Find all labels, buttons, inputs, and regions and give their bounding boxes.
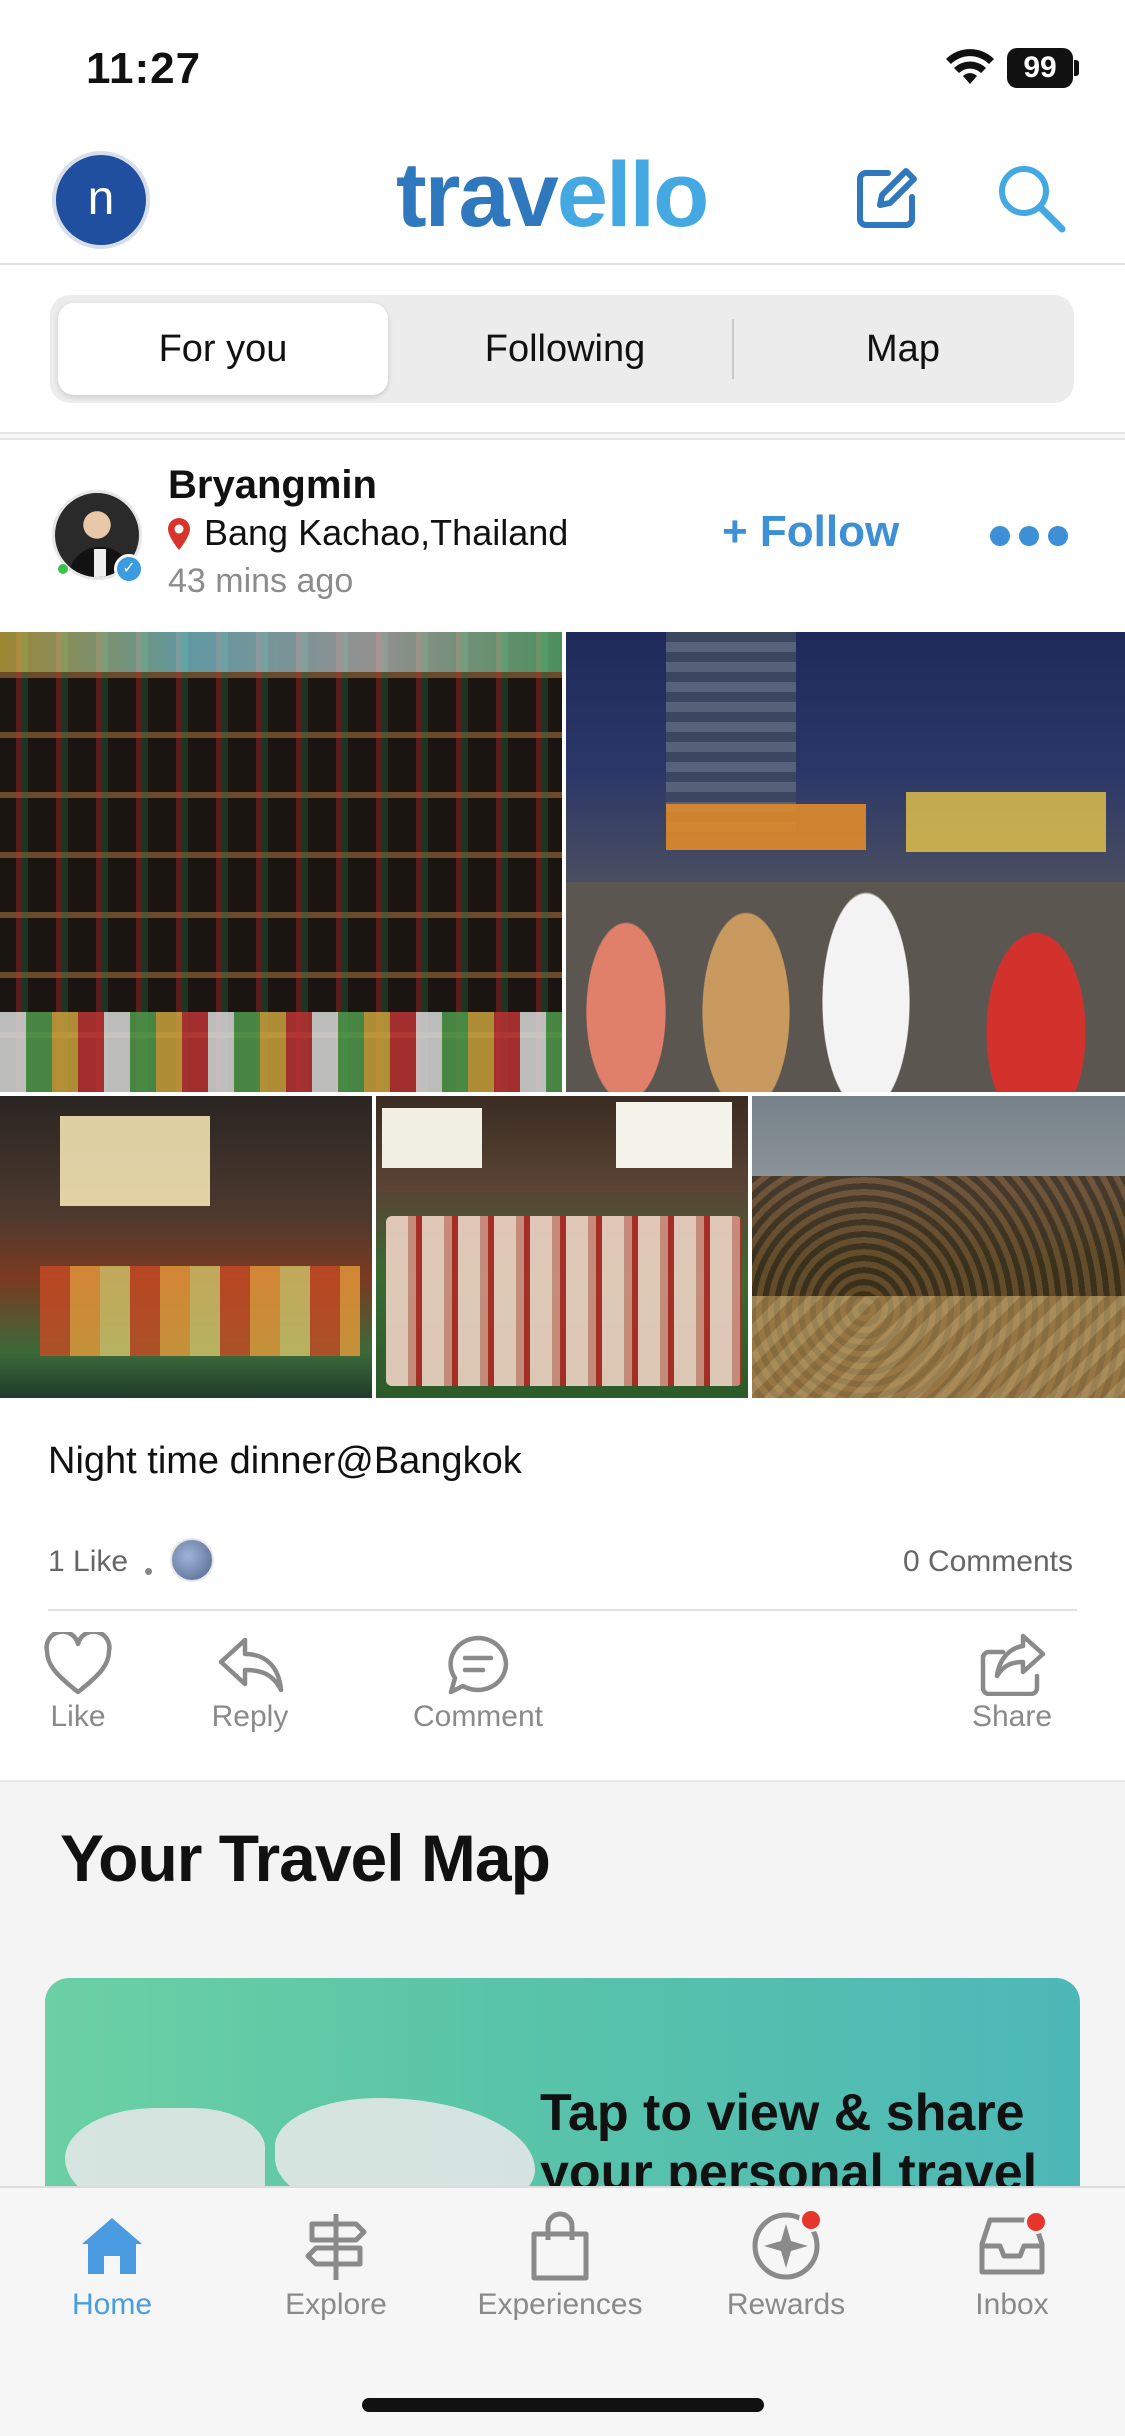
reply-button[interactable]: Reply [200, 1632, 300, 1734]
app-header: n travello [0, 135, 1125, 265]
comment-count[interactable]: 0 Comments [903, 1545, 1073, 1579]
share-label: Share [971, 1700, 1053, 1733]
reply-icon [218, 1637, 284, 1693]
nav-inbox[interactable]: Inbox [912, 2210, 1112, 2322]
likes-separator: • [144, 1556, 154, 1586]
bag-icon [531, 2211, 589, 2281]
travel-map-cta: Tap to view & share your personal travel [540, 2084, 1038, 2202]
like-label: Like [50, 1700, 106, 1733]
online-indicator [58, 564, 68, 574]
nav-home-label: Home [71, 2288, 153, 2321]
post-username[interactable]: Bryangmin [168, 463, 377, 508]
bottom-tab-bar: Home Explore Experiences Rewards Inbox [0, 2186, 1125, 2436]
post-location[interactable]: Bang Kachao,Thailand [204, 512, 568, 554]
travel-map-title: Your Travel Map [60, 1821, 551, 1895]
comment-button[interactable]: Comment [398, 1632, 558, 1734]
nav-home[interactable]: Home [12, 2210, 212, 2322]
tab-following[interactable]: Following [400, 303, 730, 395]
search-icon[interactable] [994, 161, 1068, 235]
nav-explore[interactable]: Explore [236, 2210, 436, 2322]
reply-label: Reply [211, 1700, 289, 1733]
profile-avatar[interactable]: n [52, 151, 150, 249]
photo-building [666, 632, 796, 832]
tab-for-you[interactable]: For you [58, 303, 388, 395]
follow-button[interactable]: + Follow [722, 507, 899, 557]
avatar-shirt [94, 549, 106, 577]
photo-basket [752, 1296, 1125, 1398]
more-dot [1019, 526, 1039, 546]
wifi-icon [946, 49, 994, 84]
post-photo-food-stall[interactable] [0, 1096, 372, 1398]
liker-avatar[interactable] [170, 1538, 214, 1582]
section-separator [0, 432, 1125, 440]
more-options-icon[interactable] [990, 524, 1068, 548]
home-indicator[interactable] [362, 2398, 764, 2412]
more-dot [990, 526, 1010, 546]
signpost-icon [305, 2214, 367, 2280]
photo-cans [0, 1012, 562, 1092]
rewards-notification-badge [799, 2208, 823, 2232]
feed-tabs: For you Following Map [50, 295, 1074, 403]
nav-experiences-label: Experiences [477, 2288, 643, 2321]
post-photo-insects[interactable] [752, 1096, 1125, 1398]
share-icon [980, 1633, 1046, 1696]
photo-menu-board [60, 1116, 210, 1206]
post-caption: Night time dinner@Bangkok [48, 1440, 522, 1482]
home-icon [82, 2218, 142, 2274]
photo-grill [386, 1216, 742, 1386]
stats-divider [48, 1609, 1077, 1611]
battery-icon: 99 [1007, 48, 1073, 88]
photo-crowd [566, 882, 1125, 1092]
post-photo-skewers[interactable] [376, 1096, 748, 1398]
app-screen: 11:27 99 n travello For you Following Ma… [0, 0, 1125, 2436]
photo-sign [666, 804, 866, 850]
photo-neon-sign [0, 632, 562, 672]
compose-icon[interactable] [854, 165, 920, 231]
more-dot [1048, 526, 1068, 546]
nav-inbox-label: Inbox [975, 2288, 1049, 2321]
photo-food-trays [40, 1266, 360, 1356]
status-bar: 11:27 99 [0, 0, 1125, 135]
post-photo-night-market[interactable] [566, 632, 1125, 1092]
battery-tip [1074, 60, 1079, 76]
nav-experiences[interactable]: Experiences [460, 2210, 660, 2322]
travel-map-card[interactable]: Tap to view & share your personal travel [45, 1978, 1080, 2208]
location-pin-icon [168, 518, 190, 550]
heart-icon [44, 1632, 112, 1695]
travello-logo: travello [396, 143, 709, 248]
comment-icon [448, 1635, 509, 1695]
logo-part-2: ello [556, 144, 709, 246]
status-time: 11:27 [86, 44, 202, 93]
photo-sign [906, 792, 1106, 852]
tab-map[interactable]: Map [740, 303, 1066, 395]
nav-explore-label: Explore [285, 2288, 387, 2321]
post-photo-bottle-shelf[interactable] [0, 632, 562, 1092]
nav-rewards-label: Rewards [726, 2288, 846, 2321]
inbox-notification-badge [1024, 2210, 1048, 2234]
nav-rewards[interactable]: Rewards [686, 2208, 886, 2322]
tab-divider [732, 319, 734, 379]
like-button[interactable]: Like [28, 1632, 128, 1734]
post-timestamp: 43 mins ago [168, 562, 354, 600]
logo-part-1: trav [396, 144, 559, 246]
photo-price-card [382, 1108, 482, 1168]
comment-label: Comment [412, 1700, 544, 1733]
share-button[interactable]: Share [962, 1632, 1062, 1734]
verified-check-icon: ✓ [114, 554, 144, 584]
like-count[interactable]: 1 Like [48, 1545, 128, 1579]
photo-price-card [616, 1102, 732, 1168]
